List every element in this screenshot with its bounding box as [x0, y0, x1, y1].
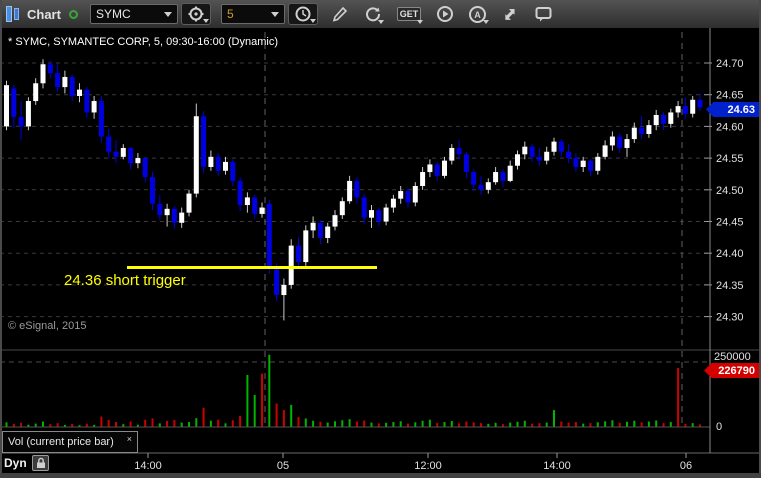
svg-text:12:00: 12:00: [414, 460, 442, 472]
svg-text:24.45: 24.45: [716, 217, 744, 229]
chevron-down-icon: [163, 11, 172, 17]
close-icon[interactable]: ×: [127, 432, 132, 444]
chart-window: Chart SYMC 5 GET A 24.70 24.65 24.60 24.…: [0, 0, 761, 478]
draw-tool-button[interactable]: [328, 3, 352, 25]
volume-study-tab[interactable]: Vol (current price bar) ×: [2, 431, 138, 453]
svg-text:24.40: 24.40: [716, 248, 744, 260]
svg-text:24.60: 24.60: [716, 121, 744, 133]
time-template-button[interactable]: [287, 3, 318, 25]
interval-dropdown[interactable]: 5: [220, 4, 285, 24]
volume-tab-label: Vol (current price bar): [8, 436, 114, 448]
svg-text:14:00: 14:00: [543, 460, 571, 472]
window-title: Chart: [27, 6, 61, 22]
dyn-label[interactable]: Dyn: [4, 456, 27, 470]
svg-text:0: 0: [716, 421, 722, 433]
swap-arrows-icon: [505, 9, 515, 20]
status-ring-icon: [68, 9, 78, 19]
svg-text:250000: 250000: [714, 351, 751, 363]
svg-text:14:00: 14:00: [134, 460, 162, 472]
symbol-settings-button[interactable]: [180, 3, 211, 25]
window-border: [0, 473, 761, 478]
last-price-tag: 24.63: [706, 102, 759, 117]
svg-text:24.65: 24.65: [716, 90, 744, 102]
auto-button[interactable]: A: [466, 3, 490, 25]
symbol-value: SYMC: [95, 7, 131, 21]
axis-lock-button[interactable]: [32, 455, 49, 471]
link-button[interactable]: [499, 3, 523, 25]
chart-window-icon: [5, 5, 21, 23]
trigger-annotation[interactable]: 24.36 short trigger: [64, 272, 186, 289]
svg-text:A: A: [475, 10, 482, 20]
note-button[interactable]: [532, 3, 556, 25]
symbol-dropdown[interactable]: SYMC: [89, 4, 178, 24]
play-button[interactable]: [433, 3, 457, 25]
play-icon: [436, 6, 453, 22]
svg-text:05: 05: [277, 460, 289, 472]
pencil-icon: [333, 6, 348, 22]
copyright-watermark: © eSignal, 2015: [8, 320, 87, 332]
chart-plot[interactable]: 24.70 24.65 24.60 24.55 24.50 24.45 24.40 24.35…: [0, 28, 761, 473]
svg-text:24.35: 24.35: [716, 280, 744, 292]
instrument-header: * SYMC, SYMANTEC CORP, 5, 09:30-16:00 (D…: [8, 36, 278, 48]
svg-text:06: 06: [680, 460, 692, 472]
svg-text:24.30: 24.30: [716, 312, 744, 324]
trigger-trendline[interactable]: [127, 266, 377, 269]
get-data-button[interactable]: GET: [394, 3, 424, 25]
toolbar: Chart SYMC 5 GET A: [0, 0, 761, 28]
svg-text:24.50: 24.50: [716, 185, 744, 197]
chevron-down-icon: [270, 11, 279, 17]
interval-value: 5: [226, 7, 234, 21]
last-volume-tag: 226790: [704, 363, 759, 378]
lock-icon: [36, 457, 45, 468]
svg-text:24.55: 24.55: [716, 153, 744, 165]
svg-text:24.70: 24.70: [716, 58, 744, 70]
window-border: [0, 0, 2, 478]
get-data-icon: GET: [396, 7, 422, 21]
chart-canvas[interactable]: 24.70 24.65 24.60 24.55 24.50 24.45 24.40 24.35…: [0, 28, 761, 473]
reload-button[interactable]: [361, 3, 385, 25]
comment-icon: [535, 7, 552, 22]
